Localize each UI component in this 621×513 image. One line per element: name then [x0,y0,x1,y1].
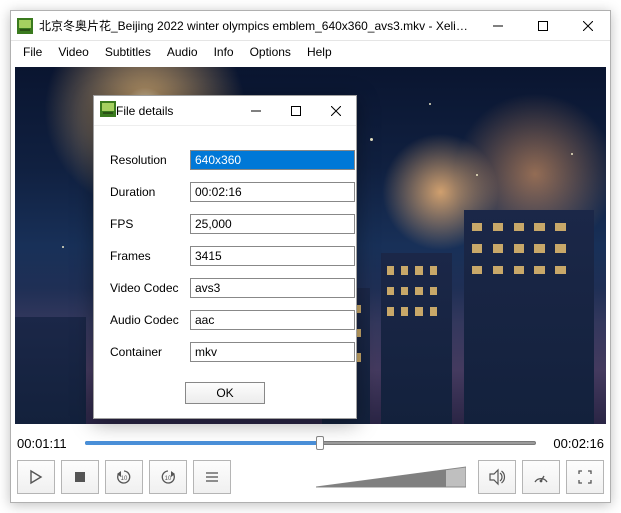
duration-field[interactable] [190,182,355,202]
forward-10-button[interactable]: 10 [149,460,187,494]
minimize-button[interactable] [475,11,520,40]
dialog-maximize-button[interactable] [276,96,316,125]
fullscreen-button[interactable] [566,460,604,494]
resolution-label: Resolution [110,153,190,167]
fps-label: FPS [110,217,190,231]
svg-text:10: 10 [165,476,172,482]
playlist-button[interactable] [193,460,231,494]
dialog-close-button[interactable] [316,96,356,125]
file-details-dialog: File details Resolution Duration [93,95,357,419]
menu-video[interactable]: Video [50,43,96,61]
speed-button[interactable] [522,460,560,494]
window-title: 北京冬奥片花_Beijing 2022 winter olympics embl… [39,17,475,34]
audio-codec-field[interactable] [190,310,355,330]
total-time-label: 00:02:16 [542,436,604,451]
titlebar: 北京冬奥片花_Beijing 2022 winter olympics embl… [11,11,610,41]
current-time-label: 00:01:11 [17,436,79,451]
menu-options[interactable]: Options [242,43,299,61]
button-row: 10 10 [17,460,604,494]
ok-button[interactable]: OK [185,382,265,404]
duration-label: Duration [110,185,190,199]
svg-text:10: 10 [121,476,128,482]
video-codec-field[interactable] [190,278,355,298]
dialog-app-icon [100,101,116,120]
dialog-footer: OK [94,374,356,418]
fps-field[interactable] [190,214,355,234]
dialog-minimize-button[interactable] [236,96,276,125]
rewind-10-button[interactable]: 10 [105,460,143,494]
seek-row: 00:01:11 00:02:16 [17,432,604,454]
resolution-field[interactable] [190,150,355,170]
stop-button[interactable] [61,460,99,494]
menu-file[interactable]: File [15,43,50,61]
volume-slider[interactable] [316,465,466,489]
dialog-titlebar: File details [94,96,356,126]
audio-codec-label: Audio Codec [110,313,190,327]
close-button[interactable] [565,11,610,40]
volume-area [237,465,472,489]
main-window: 北京冬奥片花_Beijing 2022 winter olympics embl… [10,10,611,503]
dialog-title: File details [116,104,236,118]
container-label: Container [110,345,190,359]
play-button[interactable] [17,460,55,494]
menu-subtitles[interactable]: Subtitles [97,43,159,61]
dialog-body: Resolution Duration FPS Frames Video Cod… [94,126,356,374]
controls-bar: 00:01:11 00:02:16 10 10 [11,428,610,502]
menu-info[interactable]: Info [206,43,242,61]
mute-button[interactable] [478,460,516,494]
window-controls [475,11,610,40]
app-icon [17,18,33,34]
maximize-button[interactable] [520,11,565,40]
menu-bar: File Video Subtitles Audio Info Options … [11,41,610,63]
frames-field[interactable] [190,246,355,266]
container-field[interactable] [190,342,355,362]
frames-label: Frames [110,249,190,263]
menu-audio[interactable]: Audio [159,43,206,61]
video-codec-label: Video Codec [110,281,190,295]
menu-help[interactable]: Help [299,43,340,61]
seek-bar[interactable] [85,438,536,448]
